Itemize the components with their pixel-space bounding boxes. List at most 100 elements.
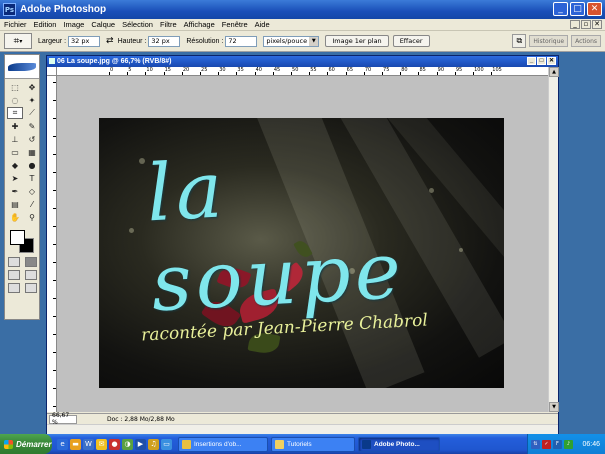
- blur-tool-icon[interactable]: ◆: [7, 159, 23, 171]
- scroll-up-icon[interactable]: ▲: [549, 67, 559, 77]
- doc-maximize-button[interactable]: □: [537, 57, 546, 65]
- screen-mode-full-button[interactable]: [24, 270, 37, 280]
- tab-actions[interactable]: Actions: [571, 35, 601, 47]
- outlook-icon[interactable]: ✉: [96, 438, 107, 450]
- swap-dimensions-icon[interactable]: ⇄: [106, 36, 114, 46]
- brush-tool-icon[interactable]: ✎: [24, 120, 40, 132]
- standard-mode-button[interactable]: [7, 257, 20, 267]
- height-label: Hauteur :: [117, 37, 147, 45]
- color-swatches: [7, 228, 37, 254]
- document-image[interactable]: la soupe racontée par Jean-Pierre Chabro…: [99, 118, 504, 388]
- security-icon[interactable]: ✓: [542, 439, 551, 449]
- eyedropper-tool-icon[interactable]: ⁄: [24, 198, 40, 210]
- zoom-level-field[interactable]: 66,67 %: [49, 412, 77, 426]
- volume-icon[interactable]: ♪: [564, 439, 573, 449]
- menu-fenetre[interactable]: Fenêtre: [222, 20, 248, 29]
- vertical-scrollbar[interactable]: ▲ ▼: [548, 67, 559, 412]
- pen-tool-icon[interactable]: ✒: [7, 185, 23, 197]
- folder-icon: [275, 439, 284, 449]
- ruler-tick-label: 105: [492, 67, 502, 73]
- close-button[interactable]: ✕: [587, 2, 602, 16]
- task-insertions[interactable]: Insertions d'ob...: [178, 436, 268, 452]
- width-input[interactable]: 32 px: [68, 35, 101, 47]
- menu-filtre[interactable]: Filtre: [160, 20, 177, 29]
- clear-button[interactable]: Effacer: [392, 35, 430, 47]
- desktop-icon[interactable]: ▭: [161, 438, 172, 450]
- slice-tool-icon[interactable]: ⟋: [24, 107, 40, 119]
- lasso-tool-icon[interactable]: ◌: [7, 94, 23, 106]
- doc-minimize-button[interactable]: _: [527, 57, 536, 65]
- resolution-unit-select[interactable]: pixels/pouce ▼: [263, 35, 320, 47]
- quick-mask-mode-button[interactable]: [24, 257, 37, 267]
- ruler-tick-label: 45: [273, 67, 281, 73]
- jump-to-imageready-button[interactable]: [24, 283, 37, 293]
- type-tool-icon[interactable]: T: [24, 172, 40, 184]
- ruler-tick-label: 60: [328, 67, 335, 73]
- crop-tool-icon[interactable]: ⌗: [7, 107, 23, 119]
- document-icon: [49, 58, 55, 64]
- task-tutoriels[interactable]: Tutoriels: [271, 436, 355, 452]
- doc-close-icon[interactable]: ✕: [592, 20, 602, 29]
- foreground-color-swatch[interactable]: [10, 230, 25, 245]
- word-icon[interactable]: W: [83, 438, 94, 450]
- screen-mode-standard-button[interactable]: [7, 270, 20, 280]
- network-icon[interactable]: ⇅: [531, 439, 540, 449]
- move-tool-icon[interactable]: ✥: [24, 81, 40, 93]
- menu-fichier[interactable]: Fichier: [4, 20, 27, 29]
- hand-tool-icon[interactable]: ✋: [7, 211, 23, 223]
- ruler-tick-label: 95: [455, 67, 463, 73]
- ie-icon[interactable]: e: [57, 438, 68, 450]
- ruler-tick-label: 55: [310, 67, 317, 73]
- gradient-tool-icon[interactable]: ▦: [24, 146, 40, 158]
- front-image-button[interactable]: Image 1er plan: [325, 35, 389, 47]
- file-browser-icon[interactable]: ⧉: [512, 34, 527, 48]
- doc-minimize-icon[interactable]: _: [570, 20, 580, 29]
- doc-close-button[interactable]: ✕: [547, 57, 556, 65]
- menu-selection[interactable]: Sélection: [122, 20, 153, 29]
- ruler-origin[interactable]: [47, 67, 57, 76]
- vertical-ruler[interactable]: [47, 76, 57, 412]
- bokeh-spot: [129, 228, 134, 233]
- shape-tool-icon[interactable]: ◇: [24, 185, 40, 197]
- menu-edition[interactable]: Edition: [34, 20, 57, 29]
- height-input[interactable]: 32 px: [148, 35, 181, 47]
- dodge-tool-icon[interactable]: ●: [24, 159, 40, 171]
- photoshop-feather-icon: [8, 62, 36, 71]
- menu-affichage[interactable]: Affichage: [184, 20, 215, 29]
- horizontal-ruler[interactable]: 0 5 10 15 20 25 30 35 40 45 50 55 60 65 70 75 80 85 90 95 10…: [57, 67, 550, 76]
- magic-wand-tool-icon[interactable]: ✦: [24, 94, 40, 106]
- resolution-input[interactable]: 72: [225, 35, 258, 47]
- minimize-button[interactable]: _: [553, 2, 568, 16]
- windows-flag-icon: [4, 439, 13, 449]
- media-icon[interactable]: ●: [109, 438, 120, 450]
- healing-brush-tool-icon[interactable]: ✚: [7, 120, 23, 132]
- menu-calque[interactable]: Calque: [91, 20, 115, 29]
- menu-image[interactable]: Image: [63, 20, 84, 29]
- crop-tool-preset-button[interactable]: ⌗ ▾: [4, 33, 32, 49]
- screen-mode-fullscreen-button[interactable]: [7, 283, 20, 293]
- player-icon[interactable]: ▶: [135, 438, 146, 450]
- path-selection-tool-icon[interactable]: ➤: [7, 172, 23, 184]
- start-button[interactable]: Démarrer: [0, 434, 52, 454]
- maximize-button[interactable]: □: [570, 2, 585, 16]
- keyboard-layout-icon[interactable]: F: [553, 439, 562, 449]
- task-photoshop[interactable]: Adobe Photo...: [358, 436, 440, 452]
- zoom-tool-icon[interactable]: ⚲: [24, 211, 40, 223]
- photo-icon[interactable]: ◑: [122, 438, 133, 450]
- doc-restore-icon[interactable]: ▫: [581, 20, 591, 29]
- menu-aide[interactable]: Aide: [255, 20, 270, 29]
- clone-stamp-tool-icon[interactable]: ⊥: [7, 133, 23, 145]
- history-brush-tool-icon[interactable]: ↺: [24, 133, 40, 145]
- music-icon[interactable]: ♫: [148, 438, 159, 450]
- photoshop-icon: [362, 439, 371, 449]
- document-titlebar[interactable]: 06 La soupe.jpg @ 66,7% (RVB/8#) _ □ ✕: [47, 56, 558, 67]
- folder-icon[interactable]: ▬: [70, 438, 81, 450]
- marquee-tool-icon[interactable]: ⬚: [7, 81, 23, 93]
- scroll-down-icon[interactable]: ▼: [549, 402, 559, 412]
- notes-tool-icon[interactable]: ▤: [7, 198, 23, 210]
- document-size-info[interactable]: Doc : 2,88 Mo/2,88 Mo: [107, 416, 175, 423]
- ruler-tick-label: 15: [164, 67, 171, 73]
- horizontal-scrollbar[interactable]: [47, 424, 558, 434]
- eraser-tool-icon[interactable]: ▭: [7, 146, 23, 158]
- tab-history[interactable]: Historique: [529, 35, 569, 47]
